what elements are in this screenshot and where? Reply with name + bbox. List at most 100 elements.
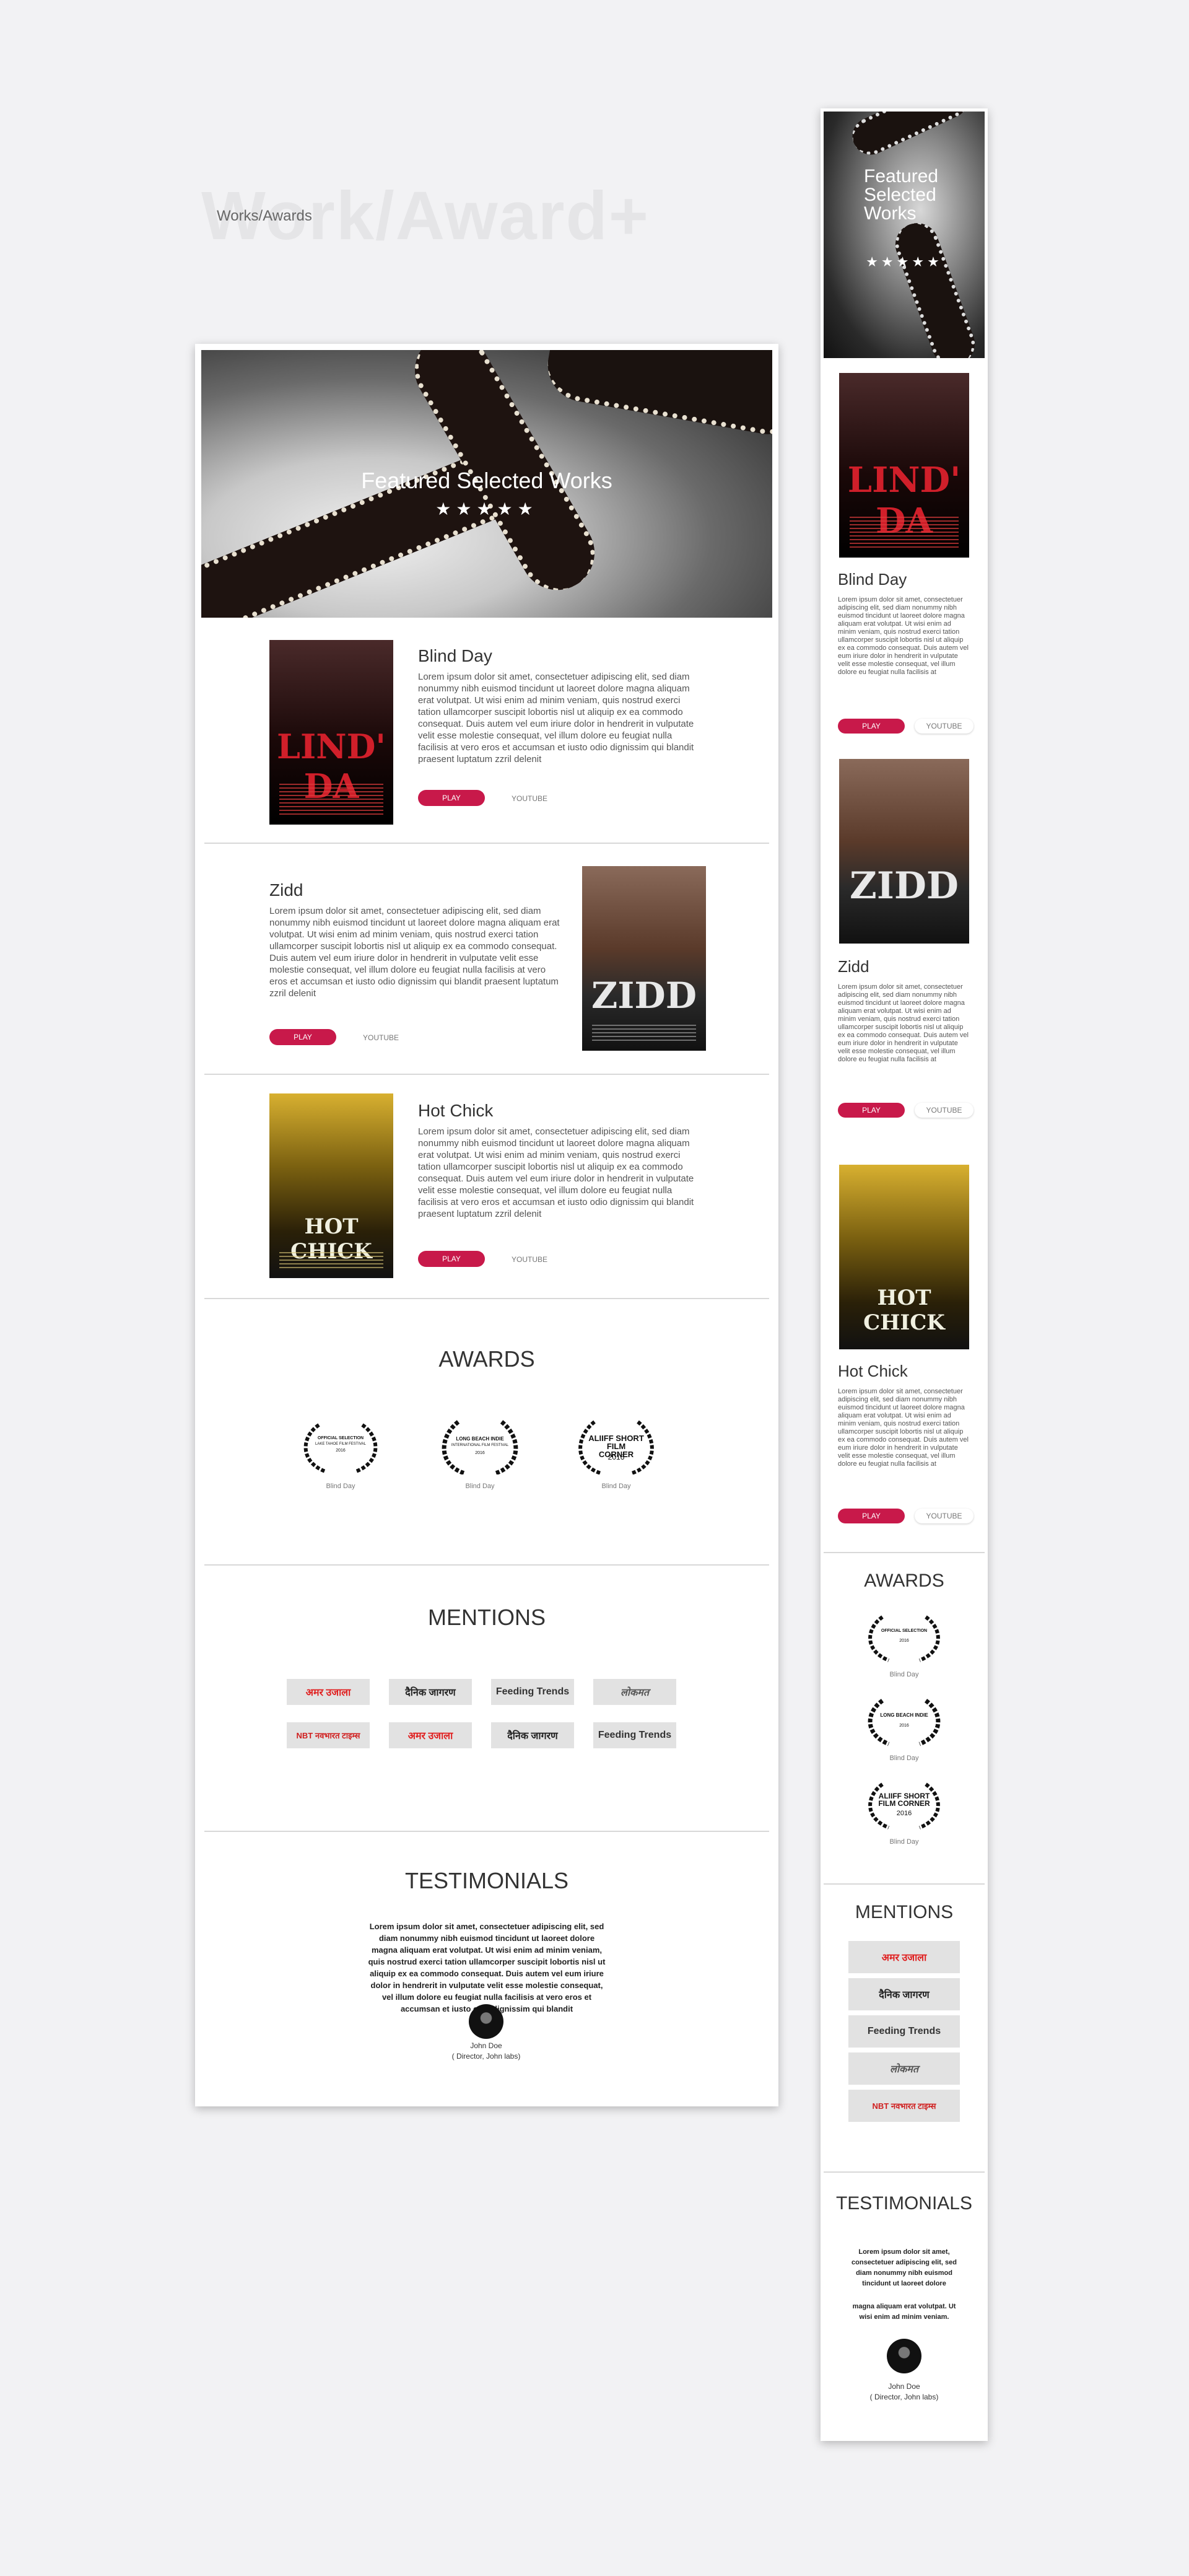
work-description: Lorem ipsum dolor sit amet, consectetuer… xyxy=(418,672,694,764)
divider xyxy=(204,1298,769,1299)
divider xyxy=(824,1552,985,1553)
award-year: 2016 xyxy=(608,1453,625,1461)
testimonial-name: John Doe xyxy=(470,2041,502,2050)
work-description: Lorem ipsum dolor sit amet, consectetuer… xyxy=(838,596,969,676)
hero-title: Featured Selected Works xyxy=(361,468,612,493)
award-year: 2016 xyxy=(475,1451,485,1455)
award-laurel: LONG BEACH INDIE 2016 Blind Day xyxy=(858,1698,951,1772)
poster-title: ZIDD xyxy=(591,975,697,1017)
mention-logo: अमर उजाला xyxy=(287,1679,370,1705)
work-description: Lorem ipsum dolor sit amet, consectetuer… xyxy=(418,1126,694,1219)
avatar xyxy=(469,2004,503,2039)
award-caption: Blind Day xyxy=(465,1483,495,1490)
testimonial-role: ( Director, John labs) xyxy=(451,2052,521,2061)
award-laurel: ALIIFF SHORT FILM CORNER 2016 Blind Day xyxy=(570,1419,663,1505)
award-year: 2016 xyxy=(336,1448,346,1453)
play-button[interactable]: PLAY xyxy=(838,1103,905,1118)
award-name: ALIIFF SHORT FILM CORNER xyxy=(878,1792,930,1808)
poster-hot-chick: HOT CHICK xyxy=(839,1165,969,1349)
work-description: Lorem ipsum dolor sit amet, consectetuer… xyxy=(838,983,969,1063)
youtube-link[interactable]: YOUTUBE xyxy=(915,1509,973,1523)
testimonial-name: John Doe xyxy=(888,2382,920,2391)
mention-logo: लोकमत xyxy=(848,2052,960,2085)
work-title: Blind Day xyxy=(838,570,907,589)
testimonials-heading: TESTIMONIALS xyxy=(404,1868,569,1893)
award-caption: Blind Day xyxy=(326,1483,355,1490)
awards-heading: AWARDS xyxy=(438,1346,535,1372)
mention-logo: NBT नवभारत टाइम्स xyxy=(287,1722,370,1748)
work-description: Lorem ipsum dolor sit amet, consectetuer… xyxy=(838,1388,969,1468)
poster-zidd: ZIDD xyxy=(839,759,969,944)
award-year: 2016 xyxy=(899,1639,909,1643)
mobile-layout: Featured Selected Works ★★★★★ LIND' DA B… xyxy=(821,108,988,2441)
page-label: Works/Awards xyxy=(217,208,312,224)
award-name: OFFICIAL SELECTION xyxy=(317,1436,364,1440)
awards-heading: AWARDS xyxy=(864,1571,944,1591)
award-laurel: ALIIFF SHORT FILM CORNER 2016 Blind Day xyxy=(858,1781,951,1855)
divider xyxy=(824,1883,985,1885)
play-button[interactable]: PLAY xyxy=(838,719,905,734)
poster-zidd: ZIDD xyxy=(582,866,706,1051)
mobile-hero-stars: ★★★★★ xyxy=(866,254,943,269)
work-title: Hot Chick xyxy=(838,1362,908,1380)
divider xyxy=(824,2171,985,2173)
award-caption: Blind Day xyxy=(601,1483,631,1490)
mention-logo: Feeding Trends xyxy=(593,1722,676,1748)
award-caption: Blind Day xyxy=(889,1671,919,1678)
mention-logo: NBT नवभारत टाइम्स xyxy=(848,2090,960,2122)
youtube-link[interactable]: YOUTUBE xyxy=(505,1255,554,1264)
award-caption: Blind Day xyxy=(889,1838,919,1846)
award-sub: INTERNATIONAL FILM FESTIVAL xyxy=(451,1444,509,1447)
work-title: Zidd xyxy=(269,880,303,900)
award-laurel: LONG BEACH INDIE INTERNATIONAL FILM FEST… xyxy=(433,1419,526,1505)
work-title: Zidd xyxy=(838,957,869,976)
award-name: OFFICIAL SELECTION xyxy=(881,1629,928,1633)
play-button[interactable]: PLAY xyxy=(418,790,485,806)
play-button[interactable]: PLAY xyxy=(269,1029,336,1045)
youtube-link[interactable]: YOUTUBE xyxy=(915,1103,973,1118)
poster-title: ZIDD xyxy=(850,864,959,908)
testimonial-text: Lorem ipsum dolor sit amet, consectetuer… xyxy=(368,1922,606,2013)
play-button[interactable]: PLAY xyxy=(838,1509,905,1523)
work-title: Hot Chick xyxy=(418,1101,494,1120)
mention-logo: Feeding Trends xyxy=(491,1679,574,1705)
mobile-hero-title: Featured Selected Works xyxy=(864,166,939,224)
testimonial-role: ( Director, John labs) xyxy=(869,2393,939,2401)
divider xyxy=(204,1074,769,1075)
youtube-link[interactable]: YOUTUBE xyxy=(356,1033,406,1042)
play-button[interactable]: PLAY xyxy=(418,1251,485,1267)
award-name: LONG BEACH INDIE xyxy=(456,1436,504,1442)
work-description: Lorem ipsum dolor sit amet, consectetuer… xyxy=(269,906,560,999)
mention-logo: Feeding Trends xyxy=(848,2015,960,2048)
divider xyxy=(204,1831,769,1832)
avatar xyxy=(887,2339,921,2373)
mention-logo: अमर उजाला xyxy=(389,1722,472,1748)
award-year: 2016 xyxy=(896,1810,912,1817)
award-sub: LAKE TAHOE FILM FESTIVAL xyxy=(315,1442,367,1446)
award-laurel: OFFICIAL SELECTION 2016 Blind Day xyxy=(858,1614,951,1688)
youtube-link[interactable]: YOUTUBE xyxy=(915,719,973,734)
testimonial-text: Lorem ipsum dolor sit amet, consectetuer… xyxy=(851,2248,957,2287)
divider xyxy=(204,1564,769,1566)
testimonials-heading: TESTIMONIALS xyxy=(835,2193,973,2214)
youtube-link[interactable]: YOUTUBE xyxy=(505,794,554,803)
mention-logo: दैनिक जागरण xyxy=(491,1722,574,1748)
mobile-hero-banner: Featured Selected Works ★★★★★ xyxy=(824,112,985,358)
desktop-layout: Featured Selected Works ★★★★★ LIND' DA B… xyxy=(195,344,778,2106)
poster-title: HOT CHICK xyxy=(863,1286,945,1335)
poster-blind-day: LIND' DA xyxy=(839,373,969,558)
divider xyxy=(204,843,769,844)
award-laurel: OFFICIAL SELECTION LAKE TAHOE FILM FESTI… xyxy=(294,1419,387,1505)
mention-logo: लोकमत xyxy=(593,1679,676,1705)
award-year: 2016 xyxy=(899,1724,909,1728)
testimonial-text: magna aliquam erat volutpat. Ut wisi eni… xyxy=(852,2303,956,2321)
award-name: LONG BEACH INDIE xyxy=(880,1712,928,1718)
poster-blind-day: LIND' DA xyxy=(269,640,393,825)
poster-hot-chick: HOT CHICK xyxy=(269,1093,393,1278)
mention-logo: दैनिक जागरण xyxy=(389,1679,472,1705)
mention-logo: दैनिक जागरण xyxy=(848,1978,960,2010)
mention-logo: अमर उजाला xyxy=(848,1941,960,1973)
hero-banner: Featured Selected Works ★★★★★ xyxy=(201,350,772,618)
mentions-heading: MENTIONS xyxy=(855,1902,954,1922)
work-title: Blind Day xyxy=(418,646,492,665)
